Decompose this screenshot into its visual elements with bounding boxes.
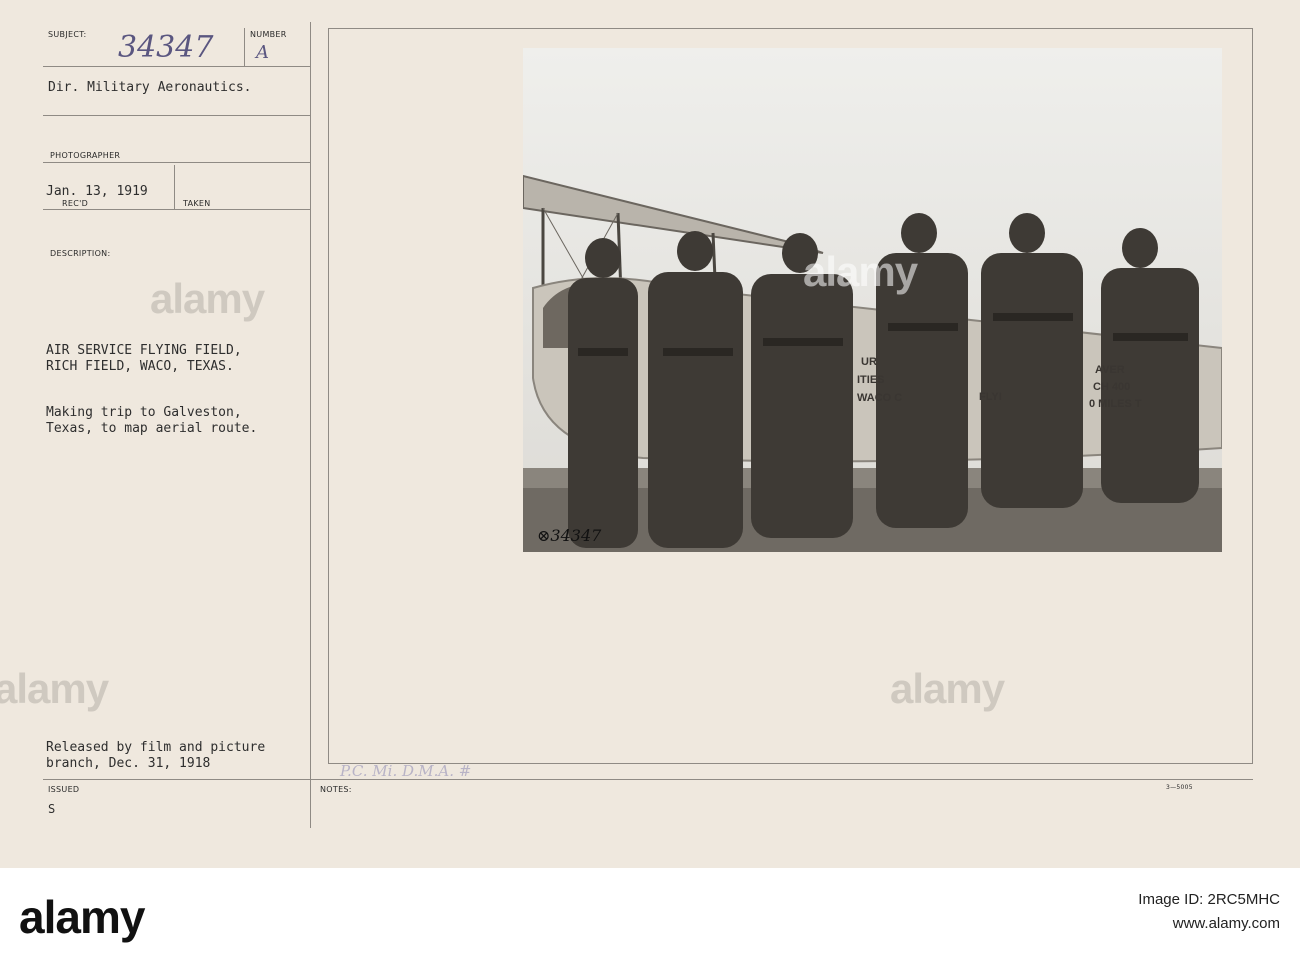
notes-handwritten: P.C. Mi. D.M.A. # [340,762,472,780]
rule-number-divider [244,28,245,66]
rule-title [43,115,310,116]
plane-text-5: CH 400 [1093,381,1131,393]
rule-photographer [43,162,310,163]
subject-label: SUBJECT: [48,30,87,39]
watermark-left-bottom: alamy [0,665,109,712]
stock-footer: alamy Image ID: 2RC5MHC www.alamy.com [0,868,1300,958]
released-line-2: branch, Dec. 31, 1918 [46,756,211,771]
rule-issued [43,779,1253,780]
plane-text-2: ITIES [857,374,885,386]
rule-column-divider [310,22,311,828]
site-url[interactable]: www.alamy.com [1173,915,1280,932]
subject-title: Dir. Military Aeronautics. [48,80,252,95]
plane-text-6: FLYI [979,391,1002,403]
plane-text-3: WACO C [857,392,903,404]
issued-label: ISSUED [48,785,80,794]
rule-date-divider [174,165,175,209]
photo-number-mark: ⊗34347 [537,526,602,545]
mounted-photograph: UR ITIES WACO C AVER CH 400 FLYI 0 MILES… [523,48,1222,552]
number-label: NUMBER [250,30,287,39]
alamy-logo[interactable]: alamy [19,890,145,944]
archive-card: SUBJECT: NUMBER 34347 A Dir. Military Ae… [0,0,1300,868]
plane-text-1: UR [861,356,877,368]
rule-frame-right [1252,28,1253,764]
description-line-1: AIR SERVICE FLYING FIELD, [46,343,242,358]
form-number: 3—5005 [1166,784,1193,791]
description-line-2: RICH FIELD, WACO, TEXAS. [46,359,234,374]
image-id: Image ID: 2RC5MHC [1138,891,1280,908]
rule-dates [43,209,310,210]
plane-text-4: AVER [1095,364,1125,376]
watermark-right-bottom: alamy [890,665,1005,712]
caption-line-2: Texas, to map aerial route. [46,421,258,436]
rule-frame-top [328,28,1253,29]
plane-text-7: 0 MILES T [1089,398,1142,410]
released-line-1: Released by film and picture [46,740,266,755]
caption-line-1: Making trip to Galveston, [46,405,242,420]
rule-subject [43,66,310,67]
watermark-left-top: alamy [150,275,265,322]
photograph-scene [523,48,1222,552]
received-date: Jan. 13, 1919 [46,184,148,199]
subject-number: 34347 [118,30,214,65]
watermark-photo: alamy [803,248,918,295]
notes-label: NOTES: [320,785,352,794]
rule-frame-left [328,28,329,764]
photographer-label: PHOTOGRAPHER [50,151,121,160]
taken-label: TAKEN [183,199,211,208]
recd-label: REC'D [62,199,89,208]
issued-value: S [48,802,56,816]
number-value: A [256,42,269,63]
description-label: DESCRIPTION: [50,249,111,258]
